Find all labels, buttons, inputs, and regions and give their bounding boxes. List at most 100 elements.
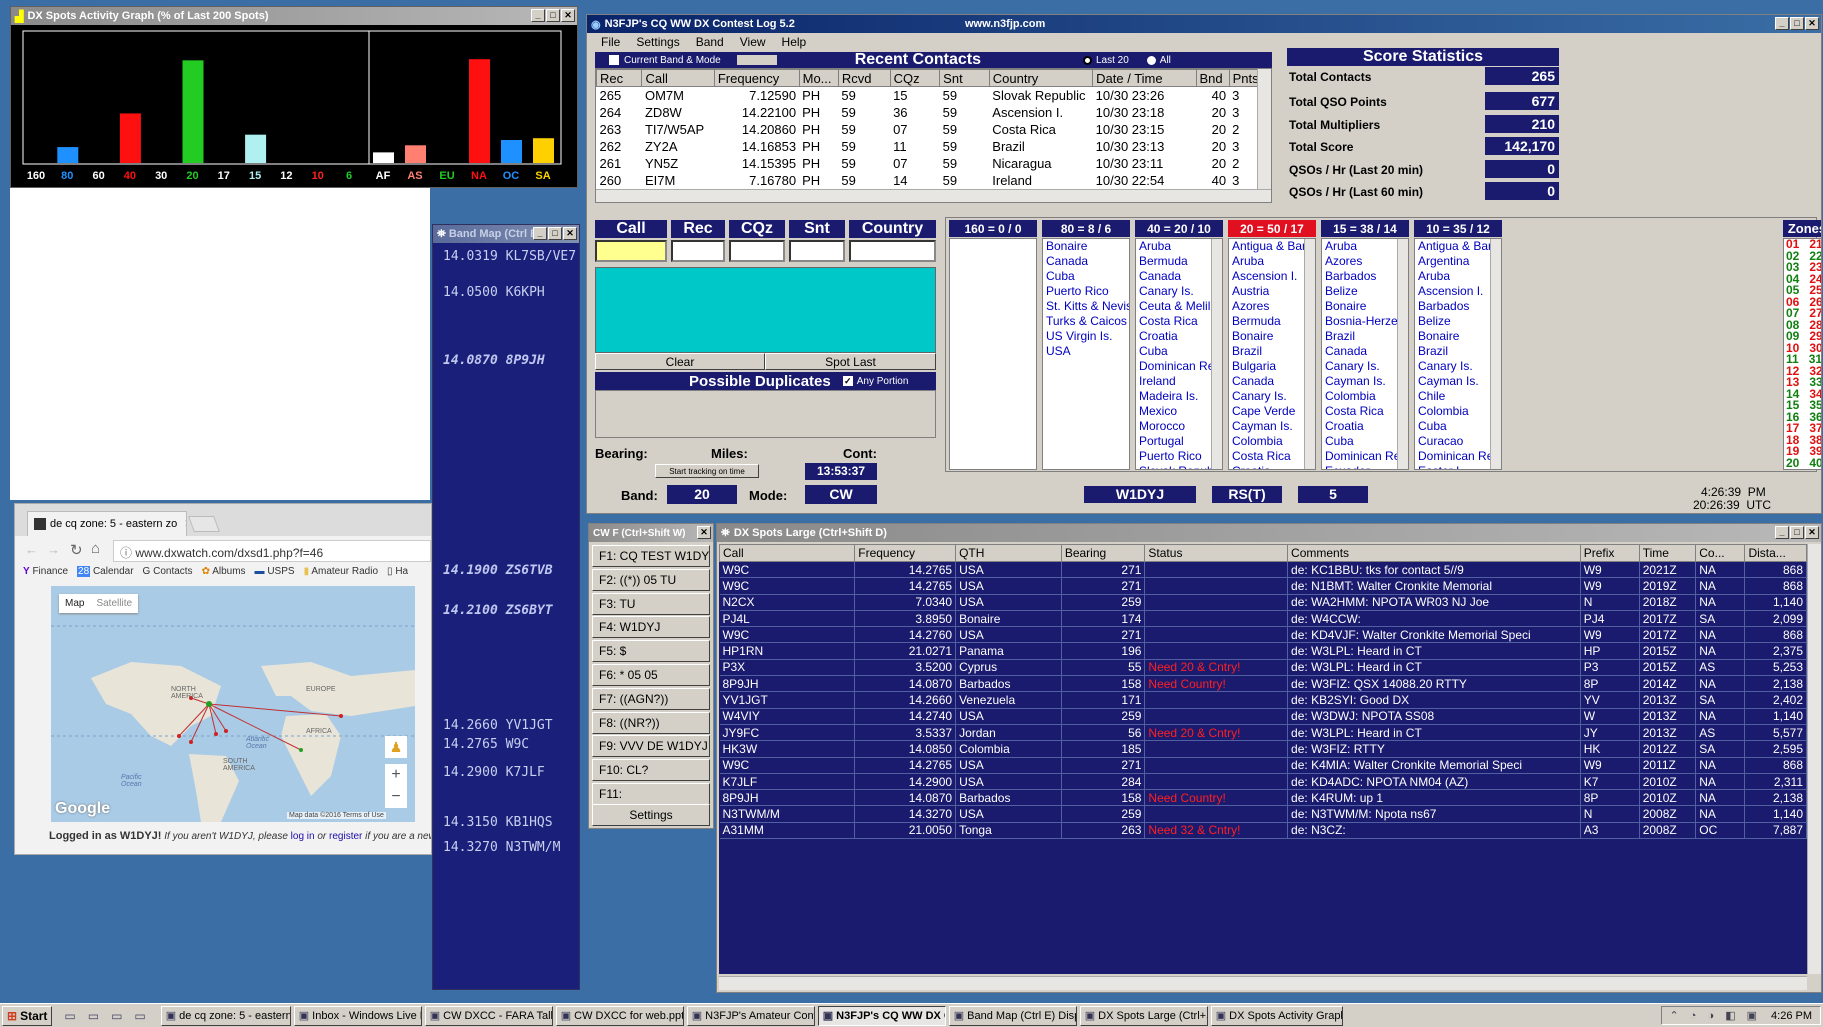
- band-country-item[interactable]: Canada: [1046, 254, 1129, 269]
- recent-col-header[interactable]: Rcvd: [837, 69, 891, 87]
- band-country-item[interactable]: Brazil: [1232, 344, 1315, 359]
- menu-settings[interactable]: Settings: [636, 35, 679, 49]
- taskbar-item[interactable]: ▣DX Spots Large (Ctrl+Shi...: [1079, 1005, 1208, 1026]
- cw-function-key[interactable]: F9: VVV DE W1DYJ: [592, 735, 710, 758]
- band-country-item[interactable]: Brazil: [1325, 329, 1408, 344]
- band-country-item[interactable]: Canary Is.: [1325, 359, 1408, 374]
- band-country-item[interactable]: Bermuda: [1139, 254, 1222, 269]
- clear-button[interactable]: Clear: [595, 353, 765, 370]
- spots-col-header[interactable]: Prefix: [1579, 544, 1640, 562]
- dx-spot-row[interactable]: HK3W 14.0850 Colombia 185 de: W3FIZ: RTTY HK 2…: [719, 740, 1807, 758]
- band-country-item[interactable]: Croatia: [1232, 464, 1315, 469]
- cw-function-key[interactable]: F11:: [592, 783, 710, 805]
- band-country-item[interactable]: Bonaire: [1325, 299, 1408, 314]
- dx-spot-row[interactable]: W9C 14.2765 USA 271 de: N1BMT: Walter Cronki…: [719, 577, 1807, 595]
- band-country-item[interactable]: Azores: [1325, 254, 1408, 269]
- band-country-item[interactable]: Cayman Is.: [1232, 419, 1315, 434]
- maximize-icon[interactable]: □: [1790, 526, 1804, 539]
- bookmark-amateur-radio[interactable]: ▮ Amateur Radio: [304, 566, 378, 584]
- dx-spots-titlebar[interactable]: ⛯ DX Spots Large (Ctrl+Shift D) _ □ ✕: [717, 524, 1821, 542]
- spot-last-button[interactable]: Spot Last: [765, 353, 936, 370]
- band-country-item[interactable]: Chile: [1418, 389, 1501, 404]
- dx-spot-row[interactable]: 8P9JH 14.0870 Barbados 158 Need Country! de: …: [719, 675, 1807, 693]
- close-icon[interactable]: ✕: [1805, 17, 1819, 30]
- minimize-icon[interactable]: _: [1775, 17, 1789, 30]
- band-list-scrollbar[interactable]: [1304, 239, 1315, 469]
- cw-function-key[interactable]: F4: W1DYJ: [592, 616, 710, 639]
- reload-icon[interactable]: ↻: [70, 541, 83, 559]
- dx-spots-vscroll[interactable]: [1807, 544, 1821, 974]
- band-country-item[interactable]: Costa Rica: [1325, 404, 1408, 419]
- taskbar-item[interactable]: ▣CW DXCC - FARA Talk.pptx: [424, 1005, 553, 1026]
- dx-spot-row[interactable]: N3TWM/M 14.3270 USA 259 de: N3TWM/M: Npota n…: [719, 805, 1807, 823]
- any-portion-checkbox[interactable]: ✓: [842, 376, 853, 386]
- dx-spot-row[interactable]: P3X 3.5200 Cyprus 55 Need 20 & Cntry! de: W3L…: [719, 659, 1807, 677]
- band-country-item[interactable]: Canada: [1232, 374, 1315, 389]
- current-band-mode-checkbox[interactable]: [609, 55, 619, 65]
- band-country-item[interactable]: Easter I.: [1418, 464, 1501, 469]
- band-country-item[interactable]: Cayman Is.: [1325, 374, 1408, 389]
- taskbar-item[interactable]: ▣Inbox - Windows Live Mail: [293, 1005, 422, 1026]
- band-country-item[interactable]: Canada: [1325, 344, 1408, 359]
- band-country-item[interactable]: Mexico: [1139, 404, 1222, 419]
- band-country-item[interactable]: Antigua & Bar: [1232, 239, 1315, 254]
- band-country-item[interactable]: Cuba: [1046, 269, 1129, 284]
- map-area[interactable]: Map Satellite NORTH AMERICA SOUTH AMERIC…: [51, 586, 415, 822]
- home-icon[interactable]: ⌂: [91, 540, 100, 557]
- band-country-item[interactable]: Argentina: [1418, 254, 1501, 269]
- maximize-icon[interactable]: □: [546, 9, 560, 22]
- band-country-item[interactable]: Cuba: [1325, 434, 1408, 449]
- band-country-item[interactable]: Cuba: [1139, 344, 1222, 359]
- browser-tab[interactable]: de cq zone: 5 - eastern zo ✕: [27, 511, 187, 536]
- band-country-item[interactable]: Puerto Rico: [1139, 449, 1222, 464]
- band-list-scrollbar[interactable]: [1211, 239, 1222, 469]
- minimize-icon[interactable]: _: [533, 227, 547, 240]
- start-button[interactable]: ⊞ Start: [2, 1005, 53, 1026]
- band-country-item[interactable]: Antigua & Bar: [1418, 239, 1501, 254]
- recent-contact-row[interactable]: 264 ZD8W 14.22100 PH 59 36 59 Ascension I. 10/30…: [597, 104, 1271, 121]
- band-country-item[interactable]: Madeira Is.: [1139, 389, 1222, 404]
- minimize-icon[interactable]: _: [1775, 526, 1789, 539]
- spots-col-header[interactable]: Time: [1638, 544, 1697, 562]
- close-icon[interactable]: ✕: [1805, 526, 1819, 539]
- recent-col-header[interactable]: Bnd: [1195, 69, 1230, 87]
- tray-icons[interactable]: ⌃ ◔ ◑ ◧ ▣: [1670, 1009, 1762, 1022]
- recent-contact-row[interactable]: 265 OM7M 7.12590 PH 59 15 59 Slovak Republic 10/…: [597, 87, 1271, 104]
- band-country-list[interactable]: [949, 238, 1037, 470]
- recent-col-header[interactable]: Date / Time: [1092, 69, 1197, 87]
- band-country-item[interactable]: Aruba: [1232, 254, 1315, 269]
- band-country-item[interactable]: Ecuador: [1325, 464, 1408, 469]
- bandmap-entry[interactable]: 14.3270 N3TWM/M: [443, 840, 560, 855]
- call-input[interactable]: [595, 240, 667, 262]
- recent-col-header[interactable]: Snt: [939, 69, 990, 87]
- pegman-icon[interactable]: ♟: [385, 736, 407, 758]
- dx-spot-row[interactable]: PJ4L 3.8950 Bonaire 174 de: W4CCW: PJ4 2017Z SA…: [719, 610, 1807, 628]
- band-country-item[interactable]: Canada: [1139, 269, 1222, 284]
- map-button[interactable]: Map: [59, 594, 90, 613]
- band-country-item[interactable]: St. Kitts & Nevis: [1046, 299, 1129, 314]
- cw-function-titlebar[interactable]: CW F (Ctrl+Shift W) ✕: [589, 524, 713, 542]
- band-country-item[interactable]: Dominican Re: [1325, 449, 1408, 464]
- recent-hscroll[interactable]: [596, 189, 1271, 202]
- info-icon[interactable]: ⓘ: [120, 546, 132, 560]
- band-country-item[interactable]: USA: [1046, 344, 1129, 359]
- spots-col-header[interactable]: Comments: [1287, 544, 1581, 562]
- cw-settings-button[interactable]: Settings: [592, 804, 710, 826]
- band-country-item[interactable]: Bosnia-Herzeg: [1325, 314, 1408, 329]
- dx-spot-row[interactable]: W4VIY 14.2740 USA 259 de: W3DWJ: NPOTA SS08 W…: [719, 708, 1807, 725]
- band-country-item[interactable]: Croatia: [1139, 329, 1222, 344]
- taskbar-item[interactable]: ▣DX Spots Activity Graph ...: [1210, 1005, 1343, 1026]
- band-country-item[interactable]: Cuba: [1418, 419, 1501, 434]
- bookmark-finance[interactable]: Y Finance: [23, 566, 68, 584]
- cw-function-key[interactable]: F5: $: [592, 640, 710, 663]
- start-tracking-button[interactable]: Start tracking on time: [655, 464, 759, 478]
- band-country-item[interactable]: Ceuta & Melill: [1139, 299, 1222, 314]
- dx-spot-row[interactable]: 8P9JH 14.0870 Barbados 158 Need Country! de: …: [719, 789, 1807, 807]
- recent-col-header[interactable]: Country: [988, 69, 1094, 87]
- spots-col-header[interactable]: Co...: [1695, 544, 1746, 562]
- band-country-item[interactable]: Morocco: [1139, 419, 1222, 434]
- all-radio[interactable]: [1146, 55, 1156, 65]
- bandmap-titlebar[interactable]: ⛯ Band Map (Ctrl E... _ □ ✕: [433, 225, 579, 243]
- bookmark-contacts[interactable]: G Contacts: [143, 566, 193, 584]
- back-icon[interactable]: ←: [25, 542, 38, 557]
